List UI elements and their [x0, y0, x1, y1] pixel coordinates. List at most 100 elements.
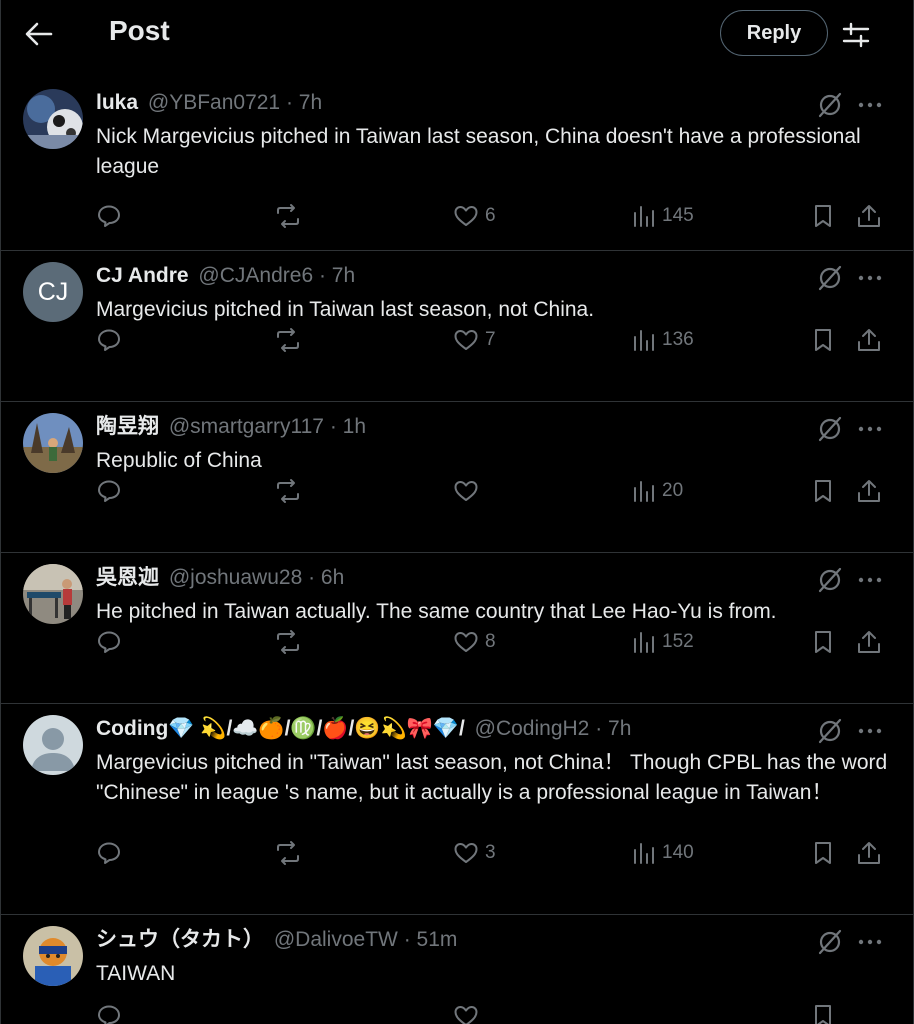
comment-button[interactable]: [96, 201, 122, 231]
display-name[interactable]: シュウ（タカト）: [96, 928, 264, 951]
grok-button[interactable]: [816, 566, 844, 594]
repost-button[interactable]: [274, 838, 302, 868]
more-options-button[interactable]: [856, 91, 884, 119]
analytics-icon: [634, 481, 654, 502]
comment-button[interactable]: [96, 838, 122, 868]
repost-icon: [277, 204, 299, 228]
user-handle[interactable]: @joshuawu28: [169, 566, 302, 589]
more-options-button[interactable]: [856, 264, 884, 292]
avatar[interactable]: [23, 89, 83, 149]
more-options-button[interactable]: [856, 566, 884, 594]
more-horizontal-icon: [858, 102, 882, 108]
timestamp[interactable]: · 51m: [404, 928, 458, 951]
avatar[interactable]: [23, 564, 83, 624]
timestamp[interactable]: · 7h: [286, 91, 322, 114]
reply-item[interactable]: 陶昱翔 @smartgarry117 · 1h Republic of Chin…: [1, 402, 913, 553]
like-button[interactable]: 3: [453, 838, 496, 868]
timestamp[interactable]: · 7h: [595, 717, 631, 740]
display-name[interactable]: Coding💎 💫/☁️🍊/♍/🍎/😆💫🎀💎/: [96, 717, 465, 740]
grok-button[interactable]: [816, 415, 844, 443]
share-button[interactable]: [856, 838, 882, 868]
reply-actions: 6 145: [96, 201, 886, 231]
timestamp[interactable]: · 7h: [319, 264, 355, 287]
reply-header: シュウ（タカト） @DalivoeTW · 51m: [96, 926, 457, 954]
comment-button[interactable]: [96, 325, 122, 355]
more-options-button[interactable]: [856, 717, 884, 745]
settings-button[interactable]: [841, 20, 871, 50]
share-button[interactable]: [856, 201, 882, 231]
reply-item[interactable]: シュウ（タカト） @DalivoeTW · 51m TAIWAN: [1, 915, 913, 1024]
views-button[interactable]: 20: [632, 476, 683, 506]
analytics-icon: [634, 206, 654, 227]
display-name[interactable]: 陶昱翔: [96, 415, 159, 438]
more-options-button[interactable]: [856, 415, 884, 443]
like-button[interactable]: 8: [453, 627, 496, 657]
repost-button[interactable]: [274, 627, 302, 657]
share-button[interactable]: [856, 325, 882, 355]
grok-button[interactable]: [816, 264, 844, 292]
views-button[interactable]: 136: [632, 325, 694, 355]
reply-item[interactable]: luka @YBFan0721 · 7h Nick Margevicius pi…: [1, 78, 913, 251]
user-handle[interactable]: @CJAndre6: [198, 264, 313, 287]
repost-button[interactable]: [274, 325, 302, 355]
comment-icon: [98, 1005, 120, 1024]
timestamp[interactable]: · 1h: [330, 415, 366, 438]
repost-button[interactable]: [274, 201, 302, 231]
post-page: Post Reply luka @YBFan0721 · 7h Nick Mar…: [0, 0, 914, 1024]
bookmark-button[interactable]: [811, 1001, 835, 1024]
grok-button[interactable]: [816, 928, 844, 956]
reply-header: Coding💎 💫/☁️🍊/♍/🍎/😆💫🎀💎/ @CodingH2 · 7h: [96, 715, 631, 743]
grok-button[interactable]: [816, 717, 844, 745]
comment-button[interactable]: [96, 476, 122, 506]
bookmark-button[interactable]: [811, 201, 835, 231]
share-icon: [858, 631, 880, 653]
reply-actions: [96, 1001, 886, 1024]
avatar[interactable]: [23, 715, 83, 775]
views-button[interactable]: 145: [632, 201, 694, 231]
grok-button[interactable]: [816, 91, 844, 119]
analytics-icon: [634, 632, 654, 653]
reply-text: Nick Margevicius pitched in Taiwan last …: [96, 125, 861, 178]
reply-item[interactable]: Coding💎 💫/☁️🍊/♍/🍎/😆💫🎀💎/ @CodingH2 · 7h M…: [1, 704, 913, 915]
repost-icon: [277, 841, 299, 865]
reply-text: Republic of China: [96, 449, 262, 472]
bookmark-button[interactable]: [811, 627, 835, 657]
bookmark-button[interactable]: [811, 476, 835, 506]
reply-button[interactable]: Reply: [720, 10, 828, 56]
reply-item[interactable]: 吳恩迦 @joshuawu28 · 6h He pitched in Taiwa…: [1, 553, 913, 704]
reply-header: 陶昱翔 @smartgarry117 · 1h: [96, 413, 366, 441]
display-name[interactable]: luka: [96, 91, 138, 114]
like-button[interactable]: 7: [453, 325, 496, 355]
timestamp[interactable]: · 6h: [308, 566, 344, 589]
comment-button[interactable]: [96, 627, 122, 657]
user-handle[interactable]: @DalivoeTW: [274, 928, 398, 951]
repost-button[interactable]: [274, 476, 302, 506]
views-button[interactable]: 152: [632, 627, 694, 657]
avatar[interactable]: [23, 413, 83, 473]
views-button[interactable]: 140: [632, 838, 694, 868]
user-handle[interactable]: @YBFan0721: [148, 91, 280, 114]
view-count: 136: [662, 329, 694, 350]
bookmark-icon: [815, 842, 831, 864]
user-handle[interactable]: @smartgarry117: [169, 415, 324, 438]
like-button[interactable]: [453, 1001, 479, 1024]
display-name[interactable]: CJ Andre: [96, 264, 189, 287]
bookmark-button[interactable]: [811, 325, 835, 355]
comment-button[interactable]: [96, 1001, 122, 1024]
more-options-button[interactable]: [856, 928, 884, 956]
avatar[interactable]: CJ: [23, 262, 83, 322]
like-count: 8: [485, 631, 496, 652]
like-count: 7: [485, 329, 496, 350]
like-button[interactable]: 6: [453, 201, 496, 231]
like-button[interactable]: [453, 476, 485, 506]
bookmark-button[interactable]: [811, 838, 835, 868]
reply-item[interactable]: CJ CJ Andre @CJAndre6 · 7h Margevicius p…: [1, 251, 913, 402]
back-button[interactable]: [23, 20, 55, 48]
user-handle[interactable]: @CodingH2: [475, 717, 590, 740]
display-name[interactable]: 吳恩迦: [96, 566, 159, 589]
reply-text: Margevicius pitched in "Taiwan" last sea…: [96, 751, 888, 804]
avatar[interactable]: [23, 926, 83, 986]
share-button[interactable]: [856, 627, 882, 657]
share-button[interactable]: [856, 476, 882, 506]
avatar-image: [23, 926, 83, 986]
